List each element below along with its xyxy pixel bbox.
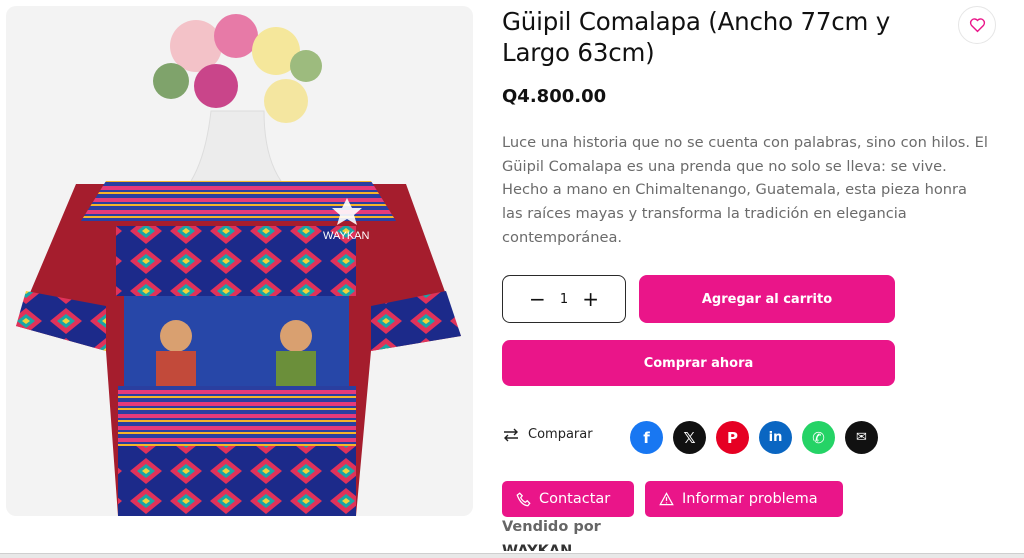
x-icon: 𝕏	[683, 428, 696, 447]
report-label: Informar problema	[682, 491, 818, 507]
quantity-increment-button[interactable]: +	[582, 289, 599, 309]
add-to-cart-button[interactable]: Agregar al carrito	[639, 275, 895, 323]
linkedin-icon: in	[768, 430, 783, 445]
product-description: Luce una historia que no se cuenta con p…	[502, 134, 988, 246]
pinterest-icon: P	[727, 428, 738, 447]
whatsapp-share-button[interactable]: ✆	[802, 421, 835, 454]
facebook-share-button[interactable]: f	[630, 421, 663, 454]
contact-button[interactable]: Contactar	[502, 481, 634, 517]
linkedin-share-button[interactable]: in	[759, 421, 792, 454]
facebook-icon: f	[643, 428, 650, 447]
email-share-button[interactable]: ✉	[845, 421, 878, 454]
compare-label: Comparar	[528, 427, 593, 442]
image-watermark: WAYKAN	[323, 230, 370, 242]
product-price: Q4.800.00	[502, 86, 607, 107]
product-title: Güipil Comalapa (Ancho 77cm y Largo 63cm…	[502, 7, 891, 67]
phone-icon	[516, 491, 531, 506]
page-bottom-divider	[0, 553, 1024, 558]
quantity-value[interactable]: 1	[560, 292, 568, 307]
buy-now-button[interactable]: Comprar ahora	[502, 340, 895, 386]
product-image[interactable]: WAYKAN	[6, 6, 473, 516]
quantity-stepper: − 1 +	[502, 275, 626, 323]
email-icon: ✉	[856, 430, 867, 445]
compare-arrows-icon	[504, 428, 518, 441]
quantity-decrement-button[interactable]: −	[529, 289, 546, 309]
report-problem-button[interactable]: Informar problema	[645, 481, 843, 517]
whatsapp-icon: ✆	[812, 428, 825, 447]
contact-label: Contactar	[539, 491, 611, 507]
pinterest-share-button[interactable]: P	[716, 421, 749, 454]
sold-by-label: Vendido por	[502, 519, 601, 535]
share-buttons: f 𝕏 P in ✆ ✉	[630, 421, 878, 454]
warning-icon	[659, 492, 674, 506]
vendor-name-link[interactable]: WAYKAN	[502, 541, 572, 551]
wishlist-button[interactable]	[958, 6, 996, 44]
heart-icon	[969, 18, 985, 33]
compare-link[interactable]: Comparar	[502, 427, 593, 442]
x-share-button[interactable]: 𝕏	[673, 421, 706, 454]
